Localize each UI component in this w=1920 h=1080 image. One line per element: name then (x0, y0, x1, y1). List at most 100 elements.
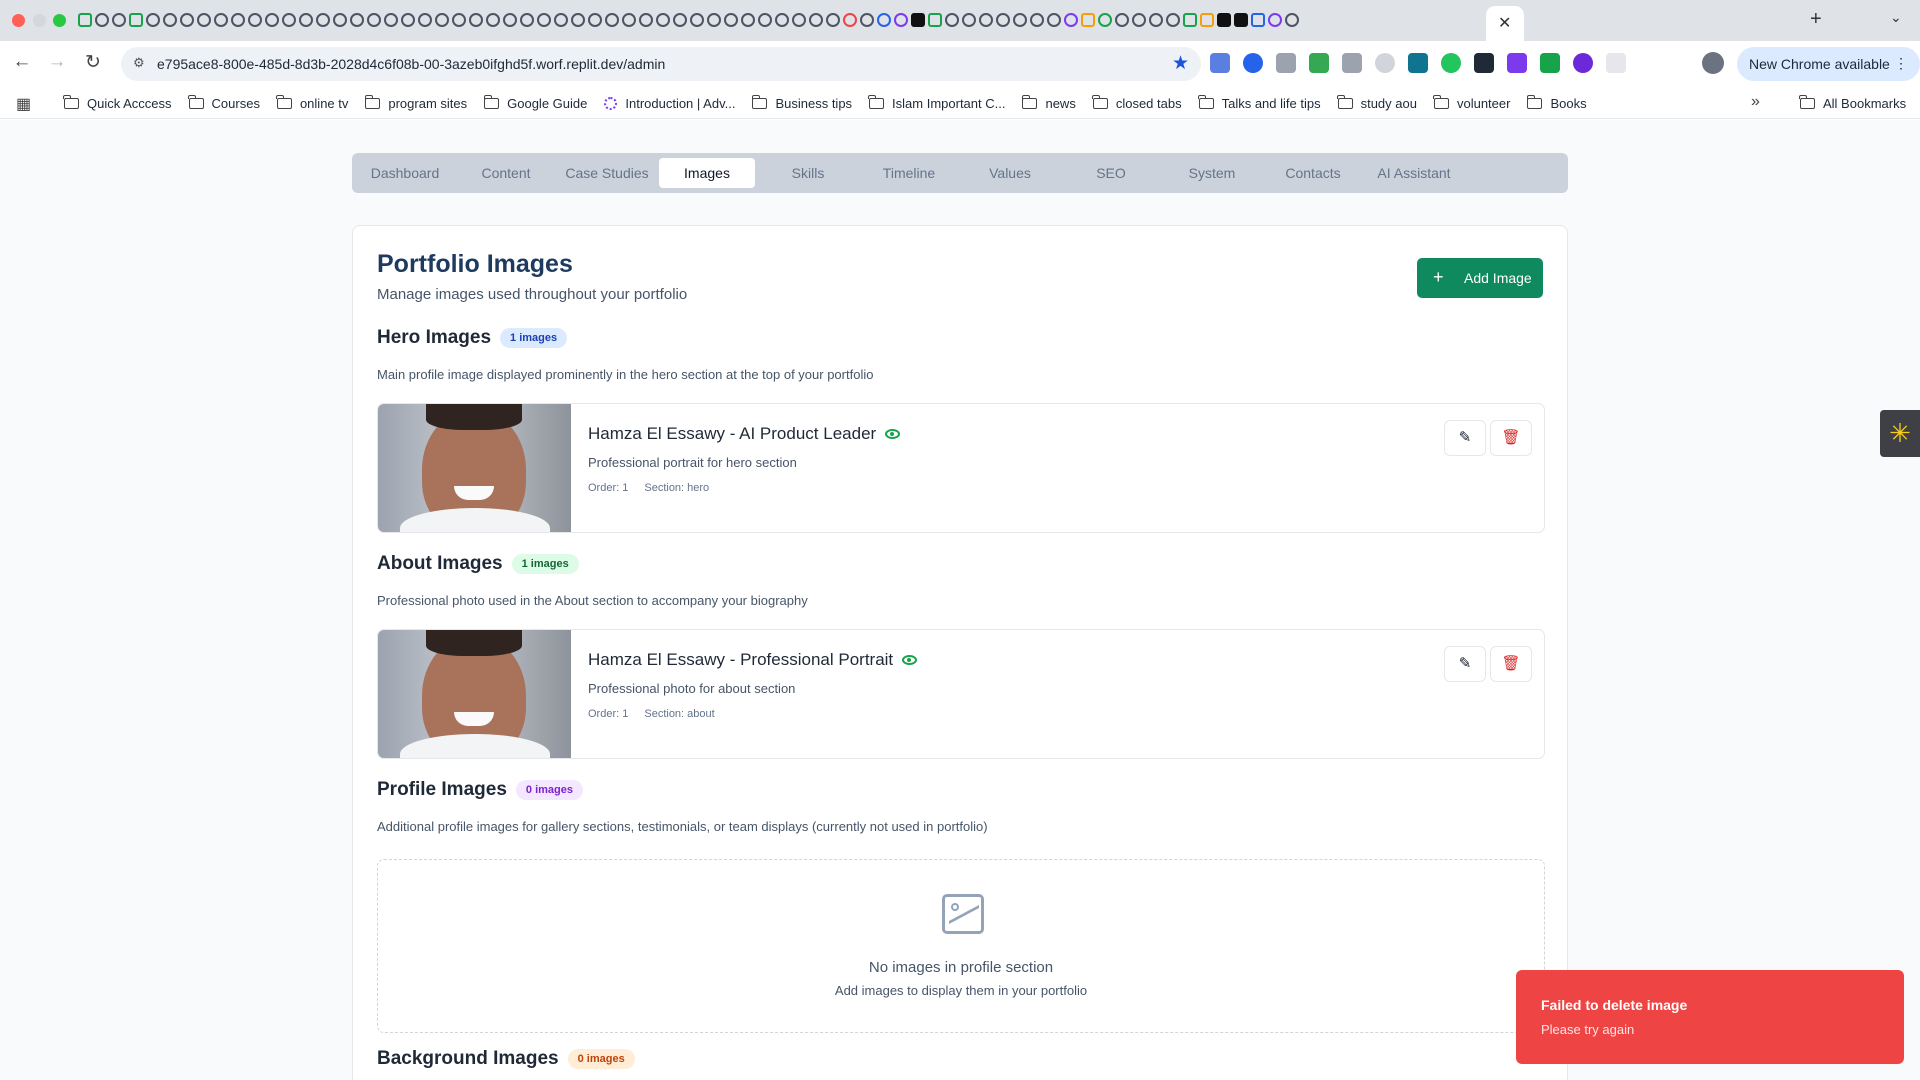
tab-favicon-icon[interactable] (265, 13, 279, 27)
tab-favicon-icon[interactable] (503, 13, 517, 27)
puzzle-extensions-icon[interactable] (1606, 53, 1626, 73)
tab-favicon-icon[interactable] (622, 13, 636, 27)
tab-favicon-icon[interactable] (1064, 13, 1078, 27)
tab-favicon-icon[interactable] (656, 13, 670, 27)
tab-favicon-icon[interactable] (146, 13, 160, 27)
more-menu-icon[interactable]: ⋮ (1894, 55, 1908, 72)
zoom-extension-icon[interactable] (1243, 53, 1263, 73)
edit-button[interactable]: ✎ (1444, 420, 1486, 456)
tab-favicon-icon[interactable] (316, 13, 330, 27)
edit-button[interactable]: ✎ (1444, 646, 1486, 682)
tab-favicon-icon[interactable] (826, 13, 840, 27)
bookmark-item[interactable]: news (1021, 94, 1076, 111)
extension-icon[interactable] (1474, 53, 1494, 73)
reload-icon[interactable]: ↻ (80, 51, 106, 74)
extension-icon[interactable] (1342, 53, 1362, 73)
translate-extension-icon[interactable] (1210, 53, 1230, 73)
back-arrow-icon[interactable]: ← (9, 51, 35, 73)
tab-favicon-icon[interactable] (809, 13, 823, 27)
tab-favicon-icon[interactable] (1115, 13, 1129, 27)
tab-favicon-icon[interactable] (690, 13, 704, 27)
extension-icon[interactable] (1540, 53, 1560, 73)
tab-favicon-icon[interactable] (418, 13, 432, 27)
tab-values[interactable]: Values (962, 158, 1058, 188)
lightning-extension-icon[interactable] (1507, 53, 1527, 73)
tab-favicon-icon[interactable] (1217, 13, 1231, 27)
tab-favicon-icon[interactable] (1268, 13, 1282, 27)
tab-favicon-icon[interactable] (1013, 13, 1027, 27)
all-bookmarks-button[interactable]: All Bookmarks (1799, 87, 1906, 119)
window-close-button[interactable] (12, 14, 25, 27)
tab-favicon-icon[interactable] (1098, 13, 1112, 27)
tab-favicon-icon[interactable] (741, 13, 755, 27)
tab-favicon-icon[interactable] (1183, 13, 1197, 27)
tab-favicon-icon[interactable] (299, 13, 313, 27)
tab-favicon-icon[interactable] (1251, 13, 1265, 27)
tab-favicon-icon[interactable] (486, 13, 500, 27)
tab-favicon-icon[interactable] (588, 13, 602, 27)
add-image-button[interactable]: + Add Image (1417, 258, 1543, 298)
tab-favicon-icon[interactable] (401, 13, 415, 27)
extension-icon[interactable] (1408, 53, 1428, 73)
tab-favicon-icon[interactable] (605, 13, 619, 27)
bookmark-item[interactable]: Talks and life tips (1197, 94, 1321, 111)
sparkle-widget-button[interactable]: ✳ (1880, 410, 1920, 457)
delete-button[interactable]: 🗑 (1490, 420, 1532, 456)
tab-dashboard[interactable]: Dashboard (357, 158, 453, 188)
tab-favicon-icon[interactable] (571, 13, 585, 27)
tab-content[interactable]: Content (458, 158, 554, 188)
profile-avatar[interactable] (1702, 52, 1724, 74)
error-toast[interactable]: Failed to delete image Please try again (1516, 970, 1904, 1064)
tab-favicon-icon[interactable] (1149, 13, 1163, 27)
tab-favicon-icon[interactable] (78, 13, 92, 27)
tab-favicon-icon[interactable] (894, 13, 908, 27)
tab-favicon-icon[interactable] (962, 13, 976, 27)
tab-favicon-icon[interactable] (197, 13, 211, 27)
new-tab-button[interactable]: + (1810, 8, 1822, 31)
tab-favicon-icon[interactable] (707, 13, 721, 27)
tab-favicon-icon[interactable] (1234, 13, 1248, 27)
tab-images[interactable]: Images (659, 158, 755, 188)
new-chrome-available-button[interactable]: New Chrome available ⋮ (1737, 47, 1920, 81)
bookmark-item[interactable]: closed tabs (1092, 94, 1182, 111)
tab-favicon-icon[interactable] (554, 13, 568, 27)
tab-favicon-icon[interactable] (112, 13, 126, 27)
more-bookmarks-icon[interactable]: » (1751, 93, 1760, 111)
tab-favicon-icon[interactable] (979, 13, 993, 27)
tab-favicon-icon[interactable] (520, 13, 534, 27)
apps-grid-icon[interactable]: ▦ (16, 94, 31, 114)
tab-favicon-icon[interactable] (724, 13, 738, 27)
tab-favicon-icon[interactable] (452, 13, 466, 27)
tab-favicon-icon[interactable] (469, 13, 483, 27)
tab-favicon-icon[interactable] (945, 13, 959, 27)
tab-favicon-icon[interactable] (163, 13, 177, 27)
tab-favicon-icon[interactable] (95, 13, 109, 27)
delete-button[interactable]: 🗑 (1490, 646, 1532, 682)
tab-favicon-icon[interactable] (537, 13, 551, 27)
tab-favicon-icon[interactable] (367, 13, 381, 27)
tab-favicon-icon[interactable] (282, 13, 296, 27)
tab-favicon-icon[interactable] (911, 13, 925, 27)
forward-arrow-icon[interactable]: → (44, 51, 70, 73)
url-text[interactable]: e795ace8-800e-485d-8d3b-2028d4c6f08b-00-… (157, 56, 665, 72)
window-maximize-button[interactable] (53, 14, 66, 27)
tab-favicon-icon[interactable] (1030, 13, 1044, 27)
tab-favicon-icon[interactable] (877, 13, 891, 27)
bookmark-item[interactable]: Business tips (751, 94, 852, 111)
tab-favicon-icon[interactable] (1081, 13, 1095, 27)
bookmark-item[interactable]: program sites (364, 94, 467, 111)
tab-contacts[interactable]: Contacts (1265, 158, 1361, 188)
tab-favicon-icon[interactable] (860, 13, 874, 27)
tab-system[interactable]: System (1164, 158, 1260, 188)
tab-favicon-icon[interactable] (333, 13, 347, 27)
tab-favicon-icon[interactable] (180, 13, 194, 27)
tab-favicon-icon[interactable] (350, 13, 364, 27)
tab-favicon-icon[interactable] (1047, 13, 1061, 27)
pinned-tabs[interactable] (78, 12, 1468, 29)
tab-ai-assistant[interactable]: AI Assistant (1366, 158, 1462, 188)
tab-case-studies[interactable]: Case Studies (559, 158, 655, 188)
bookmark-item[interactable]: Courses (187, 94, 260, 111)
tab-favicon-icon[interactable] (673, 13, 687, 27)
tab-favicon-icon[interactable] (214, 13, 228, 27)
bookmark-item[interactable]: Introduction | Adv... (604, 96, 735, 111)
